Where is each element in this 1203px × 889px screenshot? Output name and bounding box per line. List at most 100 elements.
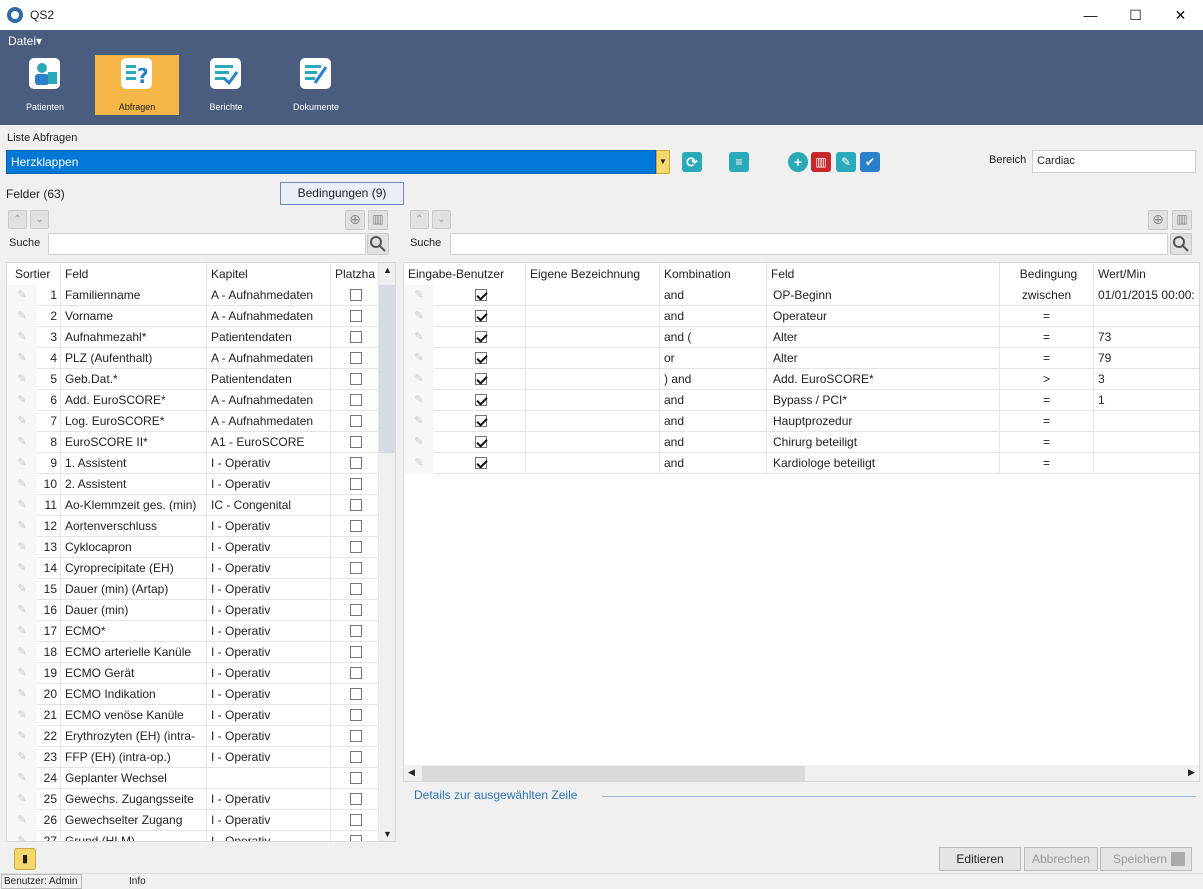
pencil-icon[interactable]: ✎ [404, 285, 434, 306]
pencil-icon[interactable]: ✎ [404, 369, 434, 390]
pencil-icon[interactable]: ✎ [7, 327, 37, 348]
eingabe-benutzer-checkbox[interactable] [475, 457, 487, 469]
platzhalter-checkbox[interactable] [350, 583, 362, 595]
pencil-icon[interactable]: ✎ [404, 432, 434, 453]
pencil-icon[interactable]: ✎ [7, 369, 37, 390]
platzhalter-checkbox[interactable] [350, 709, 362, 721]
eigene-bezeichnung-cell[interactable] [526, 285, 660, 306]
query-select[interactable]: Herzklappen [6, 150, 656, 174]
scroll-thumb[interactable] [422, 766, 805, 781]
eingabe-benutzer-checkbox[interactable] [475, 289, 487, 301]
eingabe-benutzer-checkbox[interactable] [475, 310, 487, 322]
pencil-icon[interactable]: ✎ [404, 348, 434, 369]
table-row[interactable]: ✎ 8 EuroSCORE II* A1 - EuroSCORE [7, 432, 379, 453]
table-row[interactable]: ✎ 11 Ao-Klemmzeit ges. (min) IC - Congenita… [7, 495, 379, 516]
search-icon[interactable] [1170, 233, 1192, 255]
edit-icon[interactable]: ✎ [836, 152, 856, 172]
pencil-icon[interactable]: ✎ [404, 411, 434, 432]
table-row[interactable]: ✎ 16 Dauer (min) I - Operativ [7, 600, 379, 621]
scroll-up-icon[interactable]: ▲ [383, 265, 392, 275]
bereich-field[interactable]: Cardiac [1032, 150, 1196, 173]
column-header[interactable]: Wert/Min [1094, 263, 1199, 285]
platzhalter-checkbox[interactable] [350, 499, 362, 511]
close-button[interactable]: ✕ [1158, 0, 1203, 30]
table-row[interactable]: ✎ 4 PLZ (Aufenthalt) A - Aufnahmedaten [7, 348, 379, 369]
table-row[interactable]: ✎ 10 2. Assistent I - Operativ [7, 474, 379, 495]
eingabe-benutzer-checkbox[interactable] [475, 415, 487, 427]
column-header[interactable]: Eigene Bezeichnung [526, 263, 660, 285]
pencil-icon[interactable]: ✎ [7, 285, 37, 306]
menu-datei[interactable]: Datei▾ [8, 34, 42, 48]
eigene-bezeichnung-cell[interactable] [526, 369, 660, 390]
scroll-left-icon[interactable]: ◀ [408, 767, 415, 778]
platzhalter-checkbox[interactable] [350, 310, 362, 322]
pencil-icon[interactable]: ✎ [7, 306, 37, 327]
pencil-icon[interactable]: ✎ [7, 348, 37, 369]
platzhalter-checkbox[interactable] [350, 541, 362, 553]
platzhalter-checkbox[interactable] [350, 835, 362, 841]
trash-icon[interactable]: ▥ [1172, 210, 1192, 230]
pencil-icon[interactable]: ✎ [7, 810, 37, 831]
eigene-bezeichnung-cell[interactable] [526, 453, 660, 474]
platzhalter-checkbox[interactable] [350, 436, 362, 448]
platzhalter-checkbox[interactable] [350, 667, 362, 679]
move-down-icon[interactable]: ⌄ [30, 210, 49, 229]
eigene-bezeichnung-cell[interactable] [526, 390, 660, 411]
scroll-down-icon[interactable]: ▼ [383, 829, 392, 839]
list-icon[interactable]: ≡ [729, 152, 749, 172]
eigene-bezeichnung-cell[interactable] [526, 306, 660, 327]
pencil-icon[interactable]: ✎ [7, 516, 37, 537]
add-condition-icon[interactable]: ⊕ [1148, 210, 1168, 230]
add-field-icon[interactable]: ⊕ [345, 210, 365, 230]
column-header[interactable]: Kombination [660, 263, 767, 285]
column-header[interactable]: Kapitel [207, 263, 331, 285]
platzhalter-checkbox[interactable] [350, 373, 362, 385]
pencil-icon[interactable]: ✎ [7, 684, 37, 705]
table-row[interactable]: ✎ 21 ECMO venöse Kanüle I - Operativ [7, 705, 379, 726]
table-row[interactable]: ✎ or Alter = 79 [404, 348, 1199, 369]
eingabe-benutzer-checkbox[interactable] [475, 331, 487, 343]
pencil-icon[interactable]: ✎ [7, 537, 37, 558]
delete-icon[interactable]: ▥ [811, 152, 831, 172]
pencil-icon[interactable]: ✎ [7, 831, 37, 841]
platzhalter-checkbox[interactable] [350, 730, 362, 742]
table-row[interactable]: ✎ 5 Geb.Dat.* Patientendaten [7, 369, 379, 390]
table-row[interactable]: ✎ 14 Cyroprecipitate (EH) I - Operativ [7, 558, 379, 579]
scroll-right-icon[interactable]: ▶ [1188, 767, 1195, 778]
pencil-icon[interactable]: ✎ [7, 747, 37, 768]
platzhalter-checkbox[interactable] [350, 478, 362, 490]
add-icon[interactable]: + [788, 152, 808, 172]
eingabe-benutzer-checkbox[interactable] [475, 352, 487, 364]
eingabe-benutzer-checkbox[interactable] [475, 373, 487, 385]
trash-icon[interactable]: ▥ [368, 210, 388, 230]
bedingungen-search-input[interactable] [450, 233, 1168, 255]
platzhalter-checkbox[interactable] [350, 772, 362, 784]
column-header[interactable]: Feld [767, 263, 1000, 285]
ribbon-abfragen-button[interactable]: ? Abfragen [95, 55, 179, 115]
table-row[interactable]: ✎ 19 ECMO Gerät I - Operativ [7, 663, 379, 684]
ribbon-berichte-button[interactable]: Berichte [184, 55, 268, 115]
minimize-button[interactable]: — [1068, 0, 1113, 30]
table-row[interactable]: ✎ 2 Vorname A - Aufnahmedaten [7, 306, 379, 327]
maximize-button[interactable]: ☐ [1113, 0, 1158, 30]
pencil-icon[interactable]: ✎ [7, 474, 37, 495]
platzhalter-checkbox[interactable] [350, 415, 362, 427]
scroll-thumb[interactable] [379, 285, 395, 453]
table-row[interactable]: ✎ 24 Geplanter Wechsel [7, 768, 379, 789]
table-row[interactable]: ✎ 15 Dauer (min) (Artap) I - Operativ [7, 579, 379, 600]
table-row[interactable]: ✎ 3 Aufnahmezahl* Patientendaten [7, 327, 379, 348]
platzhalter-checkbox[interactable] [350, 625, 362, 637]
tab-bedingungen[interactable]: Bedingungen (9) [280, 182, 404, 205]
clipboard-icon[interactable]: ▮ [14, 848, 36, 870]
refresh-icon[interactable]: ⟳ [682, 152, 702, 172]
ribbon-patienten-button[interactable]: Patienten [3, 55, 87, 115]
platzhalter-checkbox[interactable] [350, 352, 362, 364]
table-row[interactable]: ✎ 20 ECMO Indikation I - Operativ [7, 684, 379, 705]
table-row[interactable]: ✎) and Add. EuroSCORE* >3 [404, 369, 1199, 390]
pencil-icon[interactable]: ✎ [7, 726, 37, 747]
table-row[interactable]: ✎ and Chirurg beteiligt = [404, 432, 1199, 453]
table-row[interactable]: ✎ and Hauptprozedur = [404, 411, 1199, 432]
table-row[interactable]: ✎ 23 FFP (EH) (intra-op.) I - Operativ [7, 747, 379, 768]
ribbon-dokumente-button[interactable]: Dokumente [274, 55, 358, 115]
table-row[interactable]: ✎ 12 Aortenverschluss I - Operativ [7, 516, 379, 537]
